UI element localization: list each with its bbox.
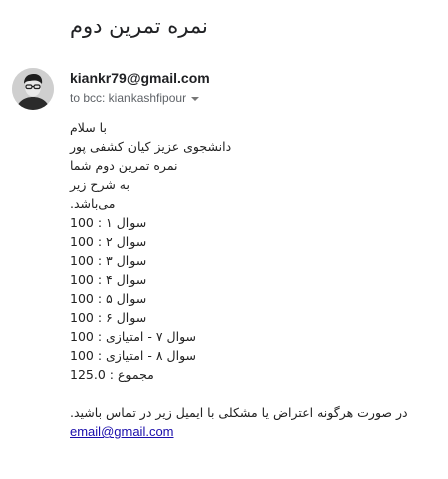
recipients-line[interactable]: to bcc: kiankashfipour	[70, 91, 200, 105]
score-line: سوال ۵ : 100	[70, 291, 147, 306]
score-line: سوال ۳ : 100	[70, 253, 147, 268]
total-line: مجموع : 125.0	[70, 367, 154, 382]
sender-avatar[interactable]	[12, 68, 54, 110]
score-line: سوال ۷ - امتیازی : 100	[70, 329, 197, 344]
score-line: سوال ۲ : 100	[70, 234, 147, 249]
score-line: سوال ۸ - امتیازی : 100	[70, 348, 197, 363]
body-line: دانشجوی عزیز کیان کشفی پور	[70, 139, 232, 154]
avatar-image	[12, 68, 54, 110]
body-line: در صورت هرگونه اعتراض یا مشکلی با ایمیل …	[70, 405, 408, 420]
chevron-down-icon[interactable]	[191, 97, 200, 101]
body-line: به شرح زیر	[70, 177, 130, 192]
score-line: سوال ۴ : 100	[70, 272, 147, 287]
email-body: با سلام دانشجوی عزیز کیان کشفی پور نمره …	[70, 118, 430, 441]
score-line: سوال ۶ : 100	[70, 310, 147, 325]
score-line: سوال ۱ : 100	[70, 215, 147, 230]
email-subject: نمره تمرین دوم	[70, 14, 208, 38]
contact-email-link[interactable]: email@gmail.com	[70, 422, 430, 441]
recipients-label: to bcc: kiankashfipour	[70, 91, 187, 105]
body-line: نمره تمرین دوم شما	[70, 158, 178, 173]
body-line: با سلام	[70, 120, 107, 135]
body-line: می‌باشد.	[70, 196, 116, 211]
sender-address[interactable]: kiankr79@gmail.com	[70, 70, 210, 86]
